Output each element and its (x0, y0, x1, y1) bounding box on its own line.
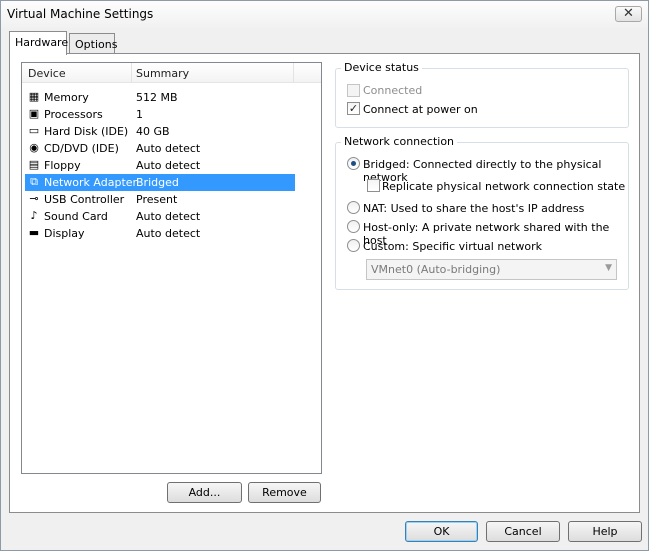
device-summary: Auto detect (136, 210, 201, 223)
device-row-processors[interactable]: ▣ Processors 1 (25, 106, 295, 123)
network-adapter-icon: ⧉ (30, 175, 38, 188)
bridged-radio[interactable] (347, 157, 360, 170)
device-summary: Present (136, 193, 178, 206)
device-name: Processors (44, 108, 103, 121)
connected-label: Connected (363, 84, 423, 97)
tab-options-label: Options (75, 38, 118, 51)
device-list-header: Device Summary (22, 63, 321, 83)
device-row-display[interactable]: ▬ Display Auto detect (25, 225, 295, 242)
device-row-sound-card[interactable]: ♪ Sound Card Auto detect (25, 208, 295, 225)
custom-radio[interactable] (347, 239, 360, 252)
device-name: Network Adapter (44, 176, 138, 189)
connected-checkbox[interactable] (347, 84, 360, 97)
device-summary: 512 MB (136, 91, 178, 104)
device-summary: 1 (136, 108, 143, 121)
device-row-floppy[interactable]: ▤ Floppy Auto detect (25, 157, 295, 174)
device-list[interactable]: Device Summary ▦ Memory 512 MB ▣ Process… (21, 62, 322, 474)
title-bar: Virtual Machine Settings ✕ (1, 1, 648, 28)
device-row-hard-disk[interactable]: ▭ Hard Disk (IDE) 40 GB (25, 123, 295, 140)
replicate-state-label: Replicate physical network connection st… (382, 180, 626, 193)
column-separator[interactable] (293, 63, 294, 83)
custom-network-dropdown[interactable]: VMnet0 (Auto-bridging) ▼ (366, 259, 617, 280)
cancel-button[interactable]: Cancel (486, 521, 560, 542)
display-icon: ▬ (28, 226, 40, 239)
sound-card-icon: ♪ (30, 209, 38, 222)
device-name: CD/DVD (IDE) (44, 142, 119, 155)
host-only-radio[interactable] (347, 220, 360, 233)
help-button[interactable]: Help (568, 521, 642, 542)
replicate-state-checkbox[interactable] (367, 179, 380, 192)
connect-at-power-on-checkbox[interactable]: ✓ (347, 102, 360, 115)
nat-label: NAT: Used to share the host's IP address (363, 202, 585, 215)
device-row-cd-dvd[interactable]: ◉ CD/DVD (IDE) Auto detect (25, 140, 295, 157)
device-row-memory[interactable]: ▦ Memory 512 MB (25, 89, 295, 106)
add-device-button[interactable]: Add... (167, 482, 242, 503)
checkmark-icon: ✓ (348, 102, 359, 115)
device-summary: Auto detect (136, 159, 201, 172)
memory-icon: ▦ (28, 90, 40, 103)
connect-at-power-on-label: Connect at power on (363, 103, 478, 116)
network-connection-group: Network connection Bridged: Connected di… (335, 135, 629, 290)
device-status-group: Device status Connected ✓ Connect at pow… (335, 61, 629, 128)
ok-button[interactable]: OK (405, 521, 478, 542)
tab-hardware-label: Hardware (15, 36, 69, 49)
custom-label: Custom: Specific virtual network (363, 240, 542, 253)
device-name: Sound Card (44, 210, 108, 223)
hardware-panel: Device Summary ▦ Memory 512 MB ▣ Process… (9, 53, 640, 513)
device-summary: 40 GB (136, 125, 170, 138)
tab-options[interactable]: Options (69, 33, 118, 55)
device-row-usb-controller[interactable]: ⊸ USB Controller Present (25, 191, 295, 208)
device-status-title: Device status (341, 61, 422, 74)
cd-dvd-icon: ◉ (29, 141, 39, 154)
device-summary: Auto detect (136, 227, 201, 240)
tab-hardware[interactable]: Hardware (9, 31, 69, 55)
column-device[interactable]: Device (28, 67, 66, 80)
vm-settings-dialog: Virtual Machine Settings ✕ Hardware Opti… (0, 0, 649, 551)
close-icon: ✕ (623, 6, 634, 21)
column-summary[interactable]: Summary (136, 67, 189, 80)
column-separator[interactable] (131, 63, 132, 83)
device-name: Memory (44, 91, 89, 104)
processor-icon: ▣ (28, 107, 40, 120)
device-name: Hard Disk (IDE) (44, 125, 129, 138)
chevron-down-icon: ▼ (605, 263, 612, 273)
window-title: Virtual Machine Settings (7, 7, 154, 21)
device-name: Floppy (44, 159, 81, 172)
custom-network-value: VMnet0 (Auto-bridging) (371, 263, 501, 276)
network-connection-title: Network connection (341, 135, 458, 148)
floppy-icon: ▤ (28, 158, 40, 171)
device-name: Display (44, 227, 85, 240)
hard-disk-icon: ▭ (28, 124, 40, 137)
device-summary: Bridged (136, 176, 179, 189)
nat-radio[interactable] (347, 201, 360, 214)
remove-device-button[interactable]: Remove (248, 482, 321, 503)
device-row-network-adapter[interactable]: ⧉ Network Adapter Bridged (25, 174, 295, 191)
device-summary: Auto detect (136, 142, 201, 155)
close-button[interactable]: ✕ (615, 6, 642, 22)
usb-icon: ⊸ (29, 192, 39, 205)
device-name: USB Controller (44, 193, 125, 206)
